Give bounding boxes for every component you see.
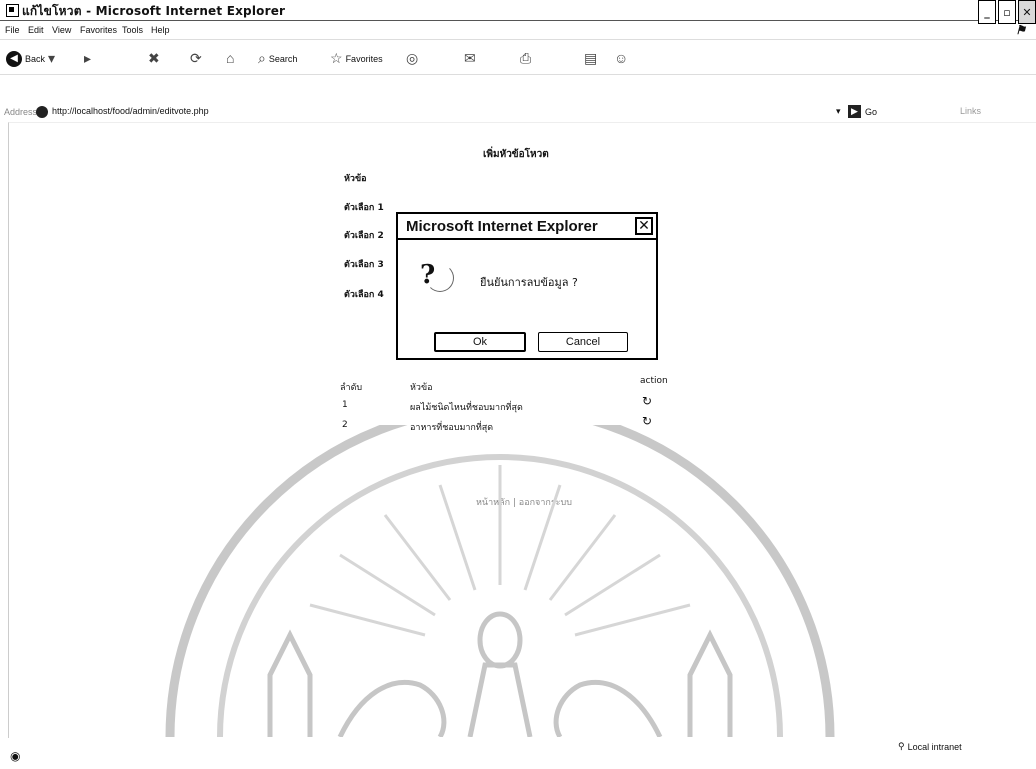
go-label: Go [865, 106, 878, 117]
ie-window: แก้ไขโหวต - Microsoft Internet Explorer … [0, 0, 1036, 769]
search-button[interactable]: ⌕ Search [258, 50, 297, 67]
status-bar: ◉ ⚲ Local intranet [0, 737, 1036, 769]
menu-tools[interactable]: Tools [122, 25, 143, 35]
dialog-title: Microsoft Internet Explorer [406, 218, 598, 235]
menu-edit[interactable]: Edit [28, 25, 44, 35]
choice-2-label: ตัวเลือก 2 [344, 231, 384, 241]
ie-app-icon [6, 4, 19, 17]
choice-1-label: ตัวเลือก 1 [344, 203, 384, 213]
address-dropdown-icon[interactable]: ▾ [836, 106, 841, 117]
messenger-button[interactable]: ☺ [614, 50, 628, 66]
messenger-icon: ☺ [614, 50, 629, 66]
page-heading: เพิ่มหัวข้อโหวต [483, 149, 549, 160]
dialog-message: ยืนยันการลบข้อมูล ? [480, 276, 578, 289]
cancel-button[interactable]: Cancel [538, 332, 628, 352]
confirm-dialog: Microsoft Internet Explorer ✕ ? ยืนยันกา… [396, 212, 658, 360]
dialog-close-icon[interactable]: ✕ [635, 217, 653, 235]
choice-4-label: ตัวเลือก 4 [344, 290, 384, 300]
refresh-button[interactable]: ⟳ [190, 50, 202, 67]
page-icon [36, 106, 48, 118]
media-button[interactable]: ◎ [406, 50, 418, 67]
search-icon: ⌕ [258, 50, 266, 66]
standard-toolbar: ◀ Back ▾ ▸ ✖ ⟳ ⌂ ⌕ Search ☆ Favorites ◎ … [0, 40, 1036, 75]
go-button[interactable]: ▶ Go [848, 105, 877, 118]
back-label: Back [25, 53, 46, 64]
mail-button[interactable]: ✉ [464, 50, 476, 67]
favorites-button[interactable]: ☆ Favorites [330, 50, 383, 67]
intranet-icon: ⚲ [898, 741, 905, 751]
search-label: Search [268, 53, 298, 64]
stop-button[interactable]: ✖ [148, 50, 160, 67]
window-title: แก้ไขโหวต - Microsoft Internet Explorer [22, 4, 286, 18]
row-1-delete-icon[interactable]: ↻ [642, 394, 652, 408]
menu-file[interactable]: File [5, 25, 20, 35]
print-icon: ⎙ [520, 50, 532, 66]
home-button[interactable]: ⌂ [226, 50, 234, 66]
home-icon: ⌂ [226, 50, 235, 66]
print-button[interactable]: ⎙ [520, 50, 531, 67]
links-button[interactable]: Links [960, 106, 981, 116]
menu-help[interactable]: Help [151, 25, 170, 35]
go-arrow-icon: ▶ [848, 105, 861, 118]
stop-icon: ✖ [148, 50, 160, 66]
dialog-title-bar: Microsoft Internet Explorer ✕ [398, 214, 656, 240]
topic-label: หัวข้อ [344, 174, 367, 184]
column-header-no: ลำดับ [340, 383, 363, 393]
discuss-icon: ▤ [584, 50, 598, 66]
refresh-icon: ⟳ [190, 50, 202, 66]
menu-favorites[interactable]: Favorites [80, 25, 117, 35]
media-icon: ◎ [406, 50, 419, 66]
star-icon: ☆ [330, 50, 343, 66]
menu-bar: File Edit View Favorites Tools Help ⚑ [0, 21, 1036, 40]
column-header-topic: หัวข้อ [410, 383, 433, 393]
column-header-action: action [640, 376, 668, 386]
ok-button[interactable]: Ok [434, 332, 526, 352]
forward-arrow-icon: ▸ [84, 50, 92, 66]
forward-button[interactable]: ▸ [84, 50, 91, 67]
favorites-label: Favorites [345, 53, 383, 64]
page-status-icon: ◉ [10, 749, 21, 763]
address-input[interactable]: http://localhost/food/admin/editvote.php [52, 106, 812, 119]
back-arrow-icon: ◀ [6, 50, 22, 67]
choice-3-label: ตัวเลือก 3 [344, 260, 384, 270]
mail-icon: ✉ [464, 50, 476, 66]
back-button[interactable]: ◀ Back ▾ [6, 50, 55, 67]
address-bar: Address http://localhost/food/admin/edit… [0, 104, 1036, 122]
title-bar: แก้ไขโหวต - Microsoft Internet Explorer … [0, 0, 1036, 24]
dropdown-arrow-icon: ▾ [48, 50, 56, 66]
row-1-no: 1 [342, 400, 348, 410]
zone-label: Local intranet [907, 741, 962, 752]
security-zone: ⚲ Local intranet [898, 741, 962, 752]
discuss-button[interactable]: ▤ [584, 50, 597, 67]
address-label: Address [4, 107, 38, 117]
university-seal-watermark [165, 425, 835, 737]
windows-logo-icon: ⚑ [1015, 23, 1026, 37]
question-icon: ? [420, 260, 456, 296]
row-1-topic: ผลไม้ชนิดไหนที่ชอบมากที่สุด [410, 403, 523, 413]
menu-view[interactable]: View [52, 25, 71, 35]
